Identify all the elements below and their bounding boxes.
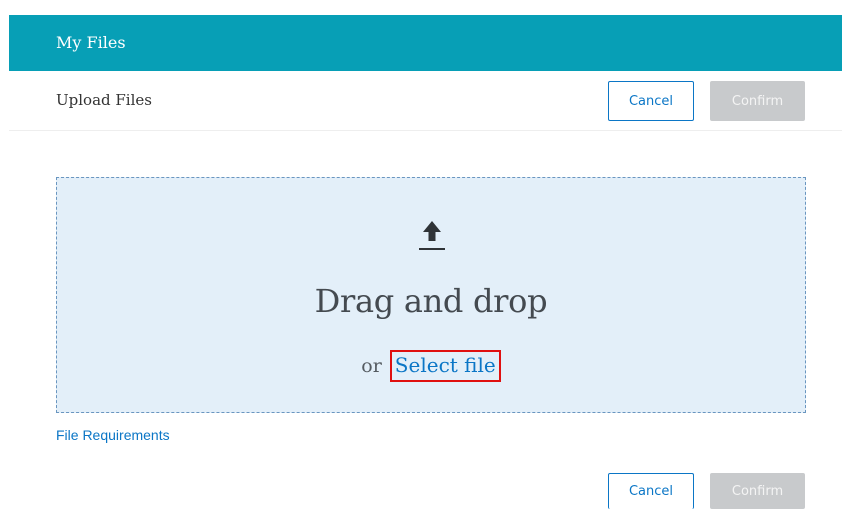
top-header-bar: My Files <box>9 15 842 71</box>
file-dropzone[interactable]: Drag and drop or Select file <box>56 177 806 413</box>
select-file-link[interactable]: Select file <box>389 350 501 382</box>
cancel-button-bottom[interactable]: Cancel <box>608 473 694 509</box>
file-requirements-link[interactable]: File Requirements <box>56 427 170 443</box>
confirm-button-top[interactable]: Confirm <box>710 81 805 121</box>
header-title: My Files <box>56 33 126 52</box>
cancel-button-top[interactable]: Cancel <box>608 81 694 121</box>
or-text: or <box>361 355 382 377</box>
upload-icon <box>419 221 445 250</box>
upload-files-page: My Files Upload Files Cancel Confirm Dra… <box>0 0 842 509</box>
page-title: Upload Files <box>56 91 152 109</box>
drag-and-drop-text: Drag and drop <box>314 282 548 320</box>
select-file-row: or Select file <box>57 350 805 382</box>
confirm-button-bottom[interactable]: Confirm <box>710 473 805 509</box>
